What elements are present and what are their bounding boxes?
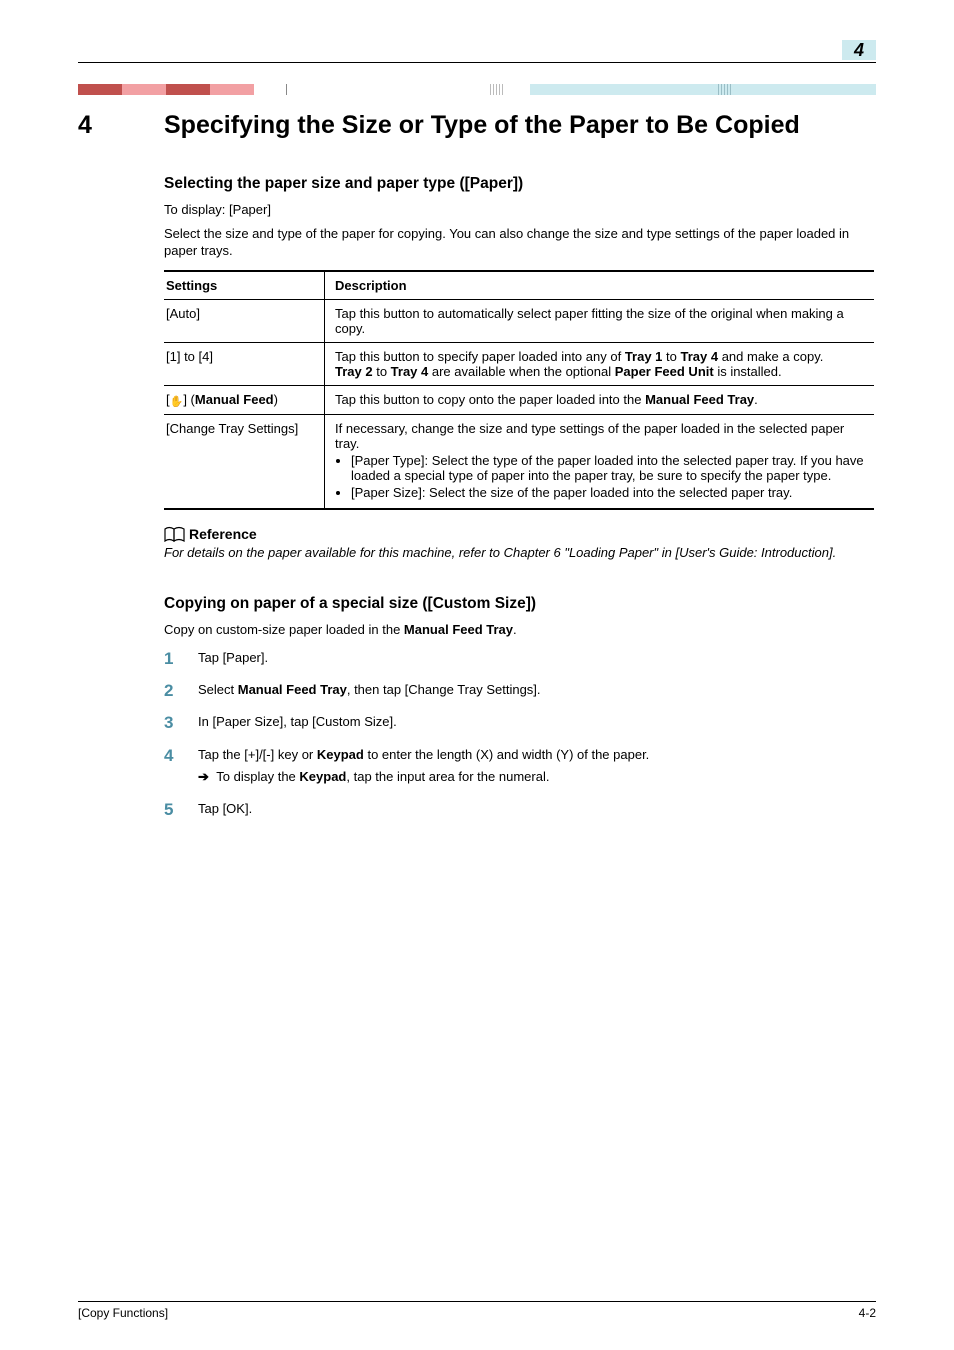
page-footer: [Copy Functions] 4-2 xyxy=(78,1301,876,1320)
chapter-number: 4 xyxy=(78,110,164,141)
reference-text: For details on the paper available for t… xyxy=(164,544,876,562)
step-item: Tap [Paper]. xyxy=(164,649,876,667)
step-item: Tap [OK]. xyxy=(164,800,876,818)
arrow-icon: ➔ xyxy=(198,769,209,784)
table-row: [✋] (Manual Feed) Tap this button to cop… xyxy=(164,385,874,414)
table-cell-desc: Tap this button to copy onto the paper l… xyxy=(325,385,875,414)
chapter-title: Specifying the Size or Type of the Paper… xyxy=(164,110,876,141)
list-item: [Paper Size]: Select the size of the pap… xyxy=(351,485,866,500)
step-item: Tap the [+]/[-] key or Keypad to enter t… xyxy=(164,746,876,786)
step-item: Select Manual Feed Tray, then tap [Chang… xyxy=(164,681,876,699)
substep: ➔ To display the Keypad, tap the input a… xyxy=(198,768,876,786)
table-cell-setting: [Change Tray Settings] xyxy=(164,414,325,509)
footer-left: [Copy Functions] xyxy=(78,1306,168,1320)
chapter-number-top: 4 xyxy=(854,40,864,61)
table-row: [Auto] Tap this button to automatically … xyxy=(164,299,874,342)
section2-intro: Copy on custom-size paper loaded in the … xyxy=(164,621,876,639)
steps-list: Tap [Paper]. Select Manual Feed Tray, th… xyxy=(164,649,876,818)
chapter-heading: 4 Specifying the Size or Type of the Pap… xyxy=(78,110,876,141)
table-cell-setting: [Auto] xyxy=(164,299,325,342)
display-path: To display: [Paper] xyxy=(164,201,876,219)
step-item: In [Paper Size], tap [Custom Size]. xyxy=(164,713,876,731)
section-heading-paper: Selecting the paper size and paper type … xyxy=(164,175,876,193)
list-item: [Paper Type]: Select the type of the pap… xyxy=(351,453,866,483)
book-icon xyxy=(164,526,186,542)
table-cell-desc: Tap this button to automatically select … xyxy=(325,299,875,342)
section1-intro: Select the size and type of the paper fo… xyxy=(164,225,876,260)
settings-table: Settings Description [Auto] Tap this but… xyxy=(164,270,874,510)
table-head-settings: Settings xyxy=(164,271,325,300)
table-row: [Change Tray Settings] If necessary, cha… xyxy=(164,414,874,509)
table-head-description: Description xyxy=(325,271,875,300)
table-cell-desc: Tap this button to specify paper loaded … xyxy=(325,342,875,385)
decor-bar xyxy=(0,84,954,95)
hand-icon: ✋ xyxy=(170,397,184,408)
table-row: [1] to [4] Tap this button to specify pa… xyxy=(164,342,874,385)
footer-right: 4-2 xyxy=(859,1306,876,1320)
table-cell-desc: If necessary, change the size and type s… xyxy=(325,414,875,509)
chapter-corner-indicator: 4 xyxy=(842,40,876,60)
reference-label: Reference xyxy=(164,526,876,542)
section-heading-customsize: Copying on paper of a special size ([Cus… xyxy=(164,595,876,613)
header-rule xyxy=(78,62,876,63)
table-cell-setting: [1] to [4] xyxy=(164,342,325,385)
table-cell-setting: [✋] (Manual Feed) xyxy=(164,385,325,414)
